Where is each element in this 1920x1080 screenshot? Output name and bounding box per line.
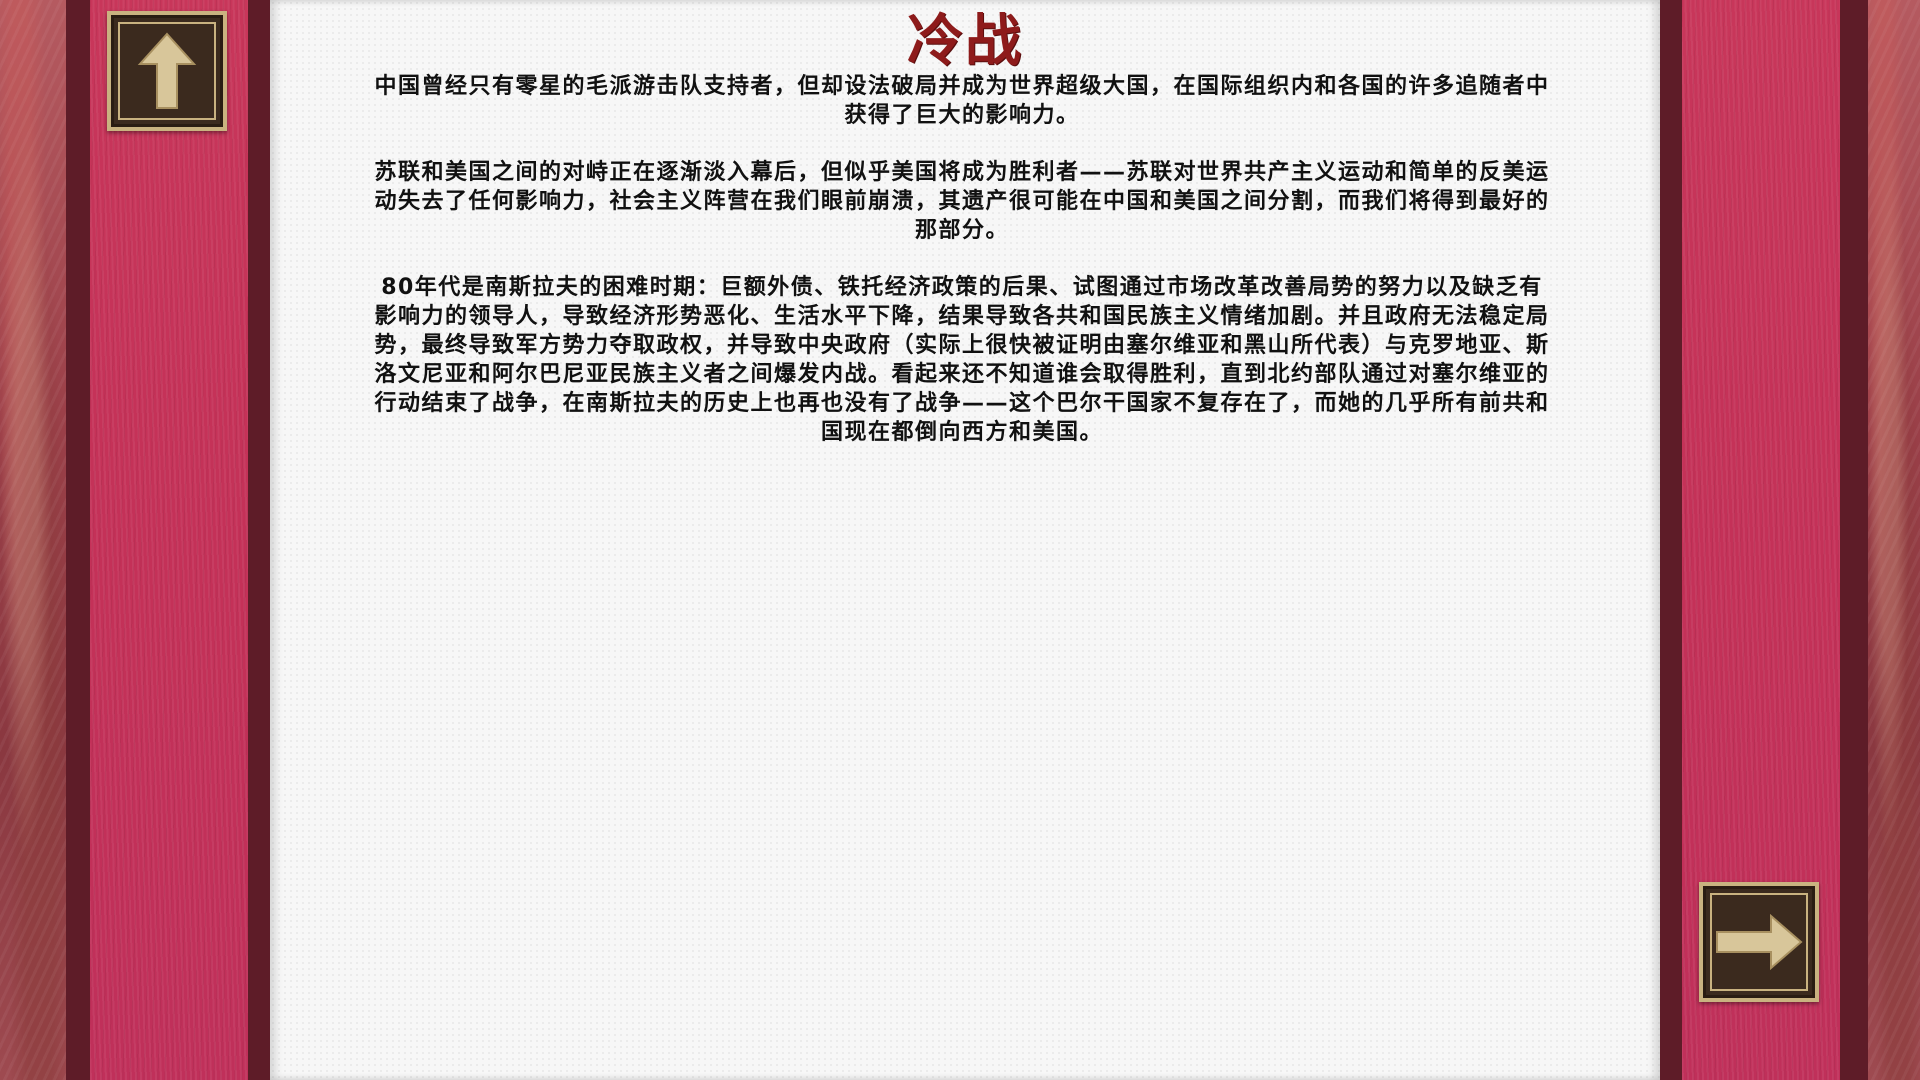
paragraph-yugoslavia: 80年代是南斯拉夫的困难时期：巨额外债、铁托经济政策的后果、试图通过市场改革改善… [374, 275, 1550, 445]
arrow-right-icon [1716, 914, 1803, 970]
left-background-art [0, 0, 66, 1080]
page-body: 中国曾经只有零星的毛派游击队支持者，但却设法破局并成为世界超级大国，在国际组织内… [372, 72, 1552, 475]
left-panel [90, 0, 248, 1080]
paragraph-china: 中国曾经只有零星的毛派游击队支持者，但却设法破局并成为世界超级大国，在国际组织内… [374, 74, 1550, 128]
back-up-button[interactable] [107, 11, 227, 131]
content-page: 冷战 中国曾经只有零星的毛派游击队支持者，但却设法破局并成为世界超级大国，在国际… [270, 0, 1660, 1080]
right-background-art [1868, 0, 1920, 1080]
game-screen: 冷战 中国曾经只有零星的毛派游击队支持者，但却设法破局并成为世界超级大国，在国际… [0, 0, 1920, 1080]
next-page-button[interactable] [1699, 882, 1819, 1002]
paragraph-ussr-usa: 苏联和美国之间的对峙正在逐渐淡入幕后，但似乎美国将成为胜利者——苏联对世界共产主… [374, 160, 1550, 243]
arrow-up-icon [137, 32, 197, 109]
page-title: 冷战 [907, 8, 1023, 74]
